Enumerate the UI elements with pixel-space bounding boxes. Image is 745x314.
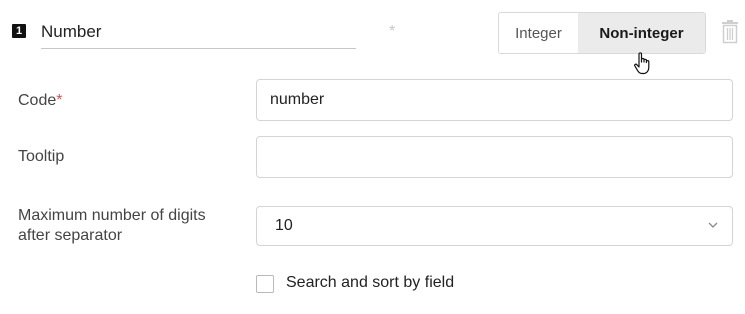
type-option-non-integer[interactable]: Non-integer [578, 13, 705, 53]
required-asterisk: * [56, 92, 63, 109]
chevron-down-icon [708, 222, 718, 228]
hand-pointer-cursor-icon [634, 52, 650, 75]
search-sort-checkbox[interactable] [256, 275, 274, 293]
max-digits-label-line2: after separator [18, 227, 123, 244]
field-name-input[interactable] [41, 16, 356, 49]
max-digits-label: Maximum number of digits after separator [18, 206, 206, 246]
tooltip-label: Tooltip [18, 148, 65, 165]
field-index-badge: 1 [12, 24, 26, 38]
search-sort-label[interactable]: Search and sort by field [286, 274, 454, 292]
max-digits-label-line1: Maximum number of digits [18, 207, 206, 224]
code-input[interactable] [256, 79, 733, 121]
code-label: Code* [18, 92, 63, 109]
number-type-toggle: Integer Non-integer [498, 12, 706, 54]
required-toggle-star[interactable]: * [389, 24, 395, 40]
type-option-integer[interactable]: Integer [499, 13, 578, 53]
max-digits-selected-value: 10 [275, 217, 293, 234]
trash-icon[interactable] [721, 20, 739, 44]
max-digits-select[interactable]: 10 [256, 206, 733, 246]
tooltip-input[interactable] [256, 136, 733, 178]
